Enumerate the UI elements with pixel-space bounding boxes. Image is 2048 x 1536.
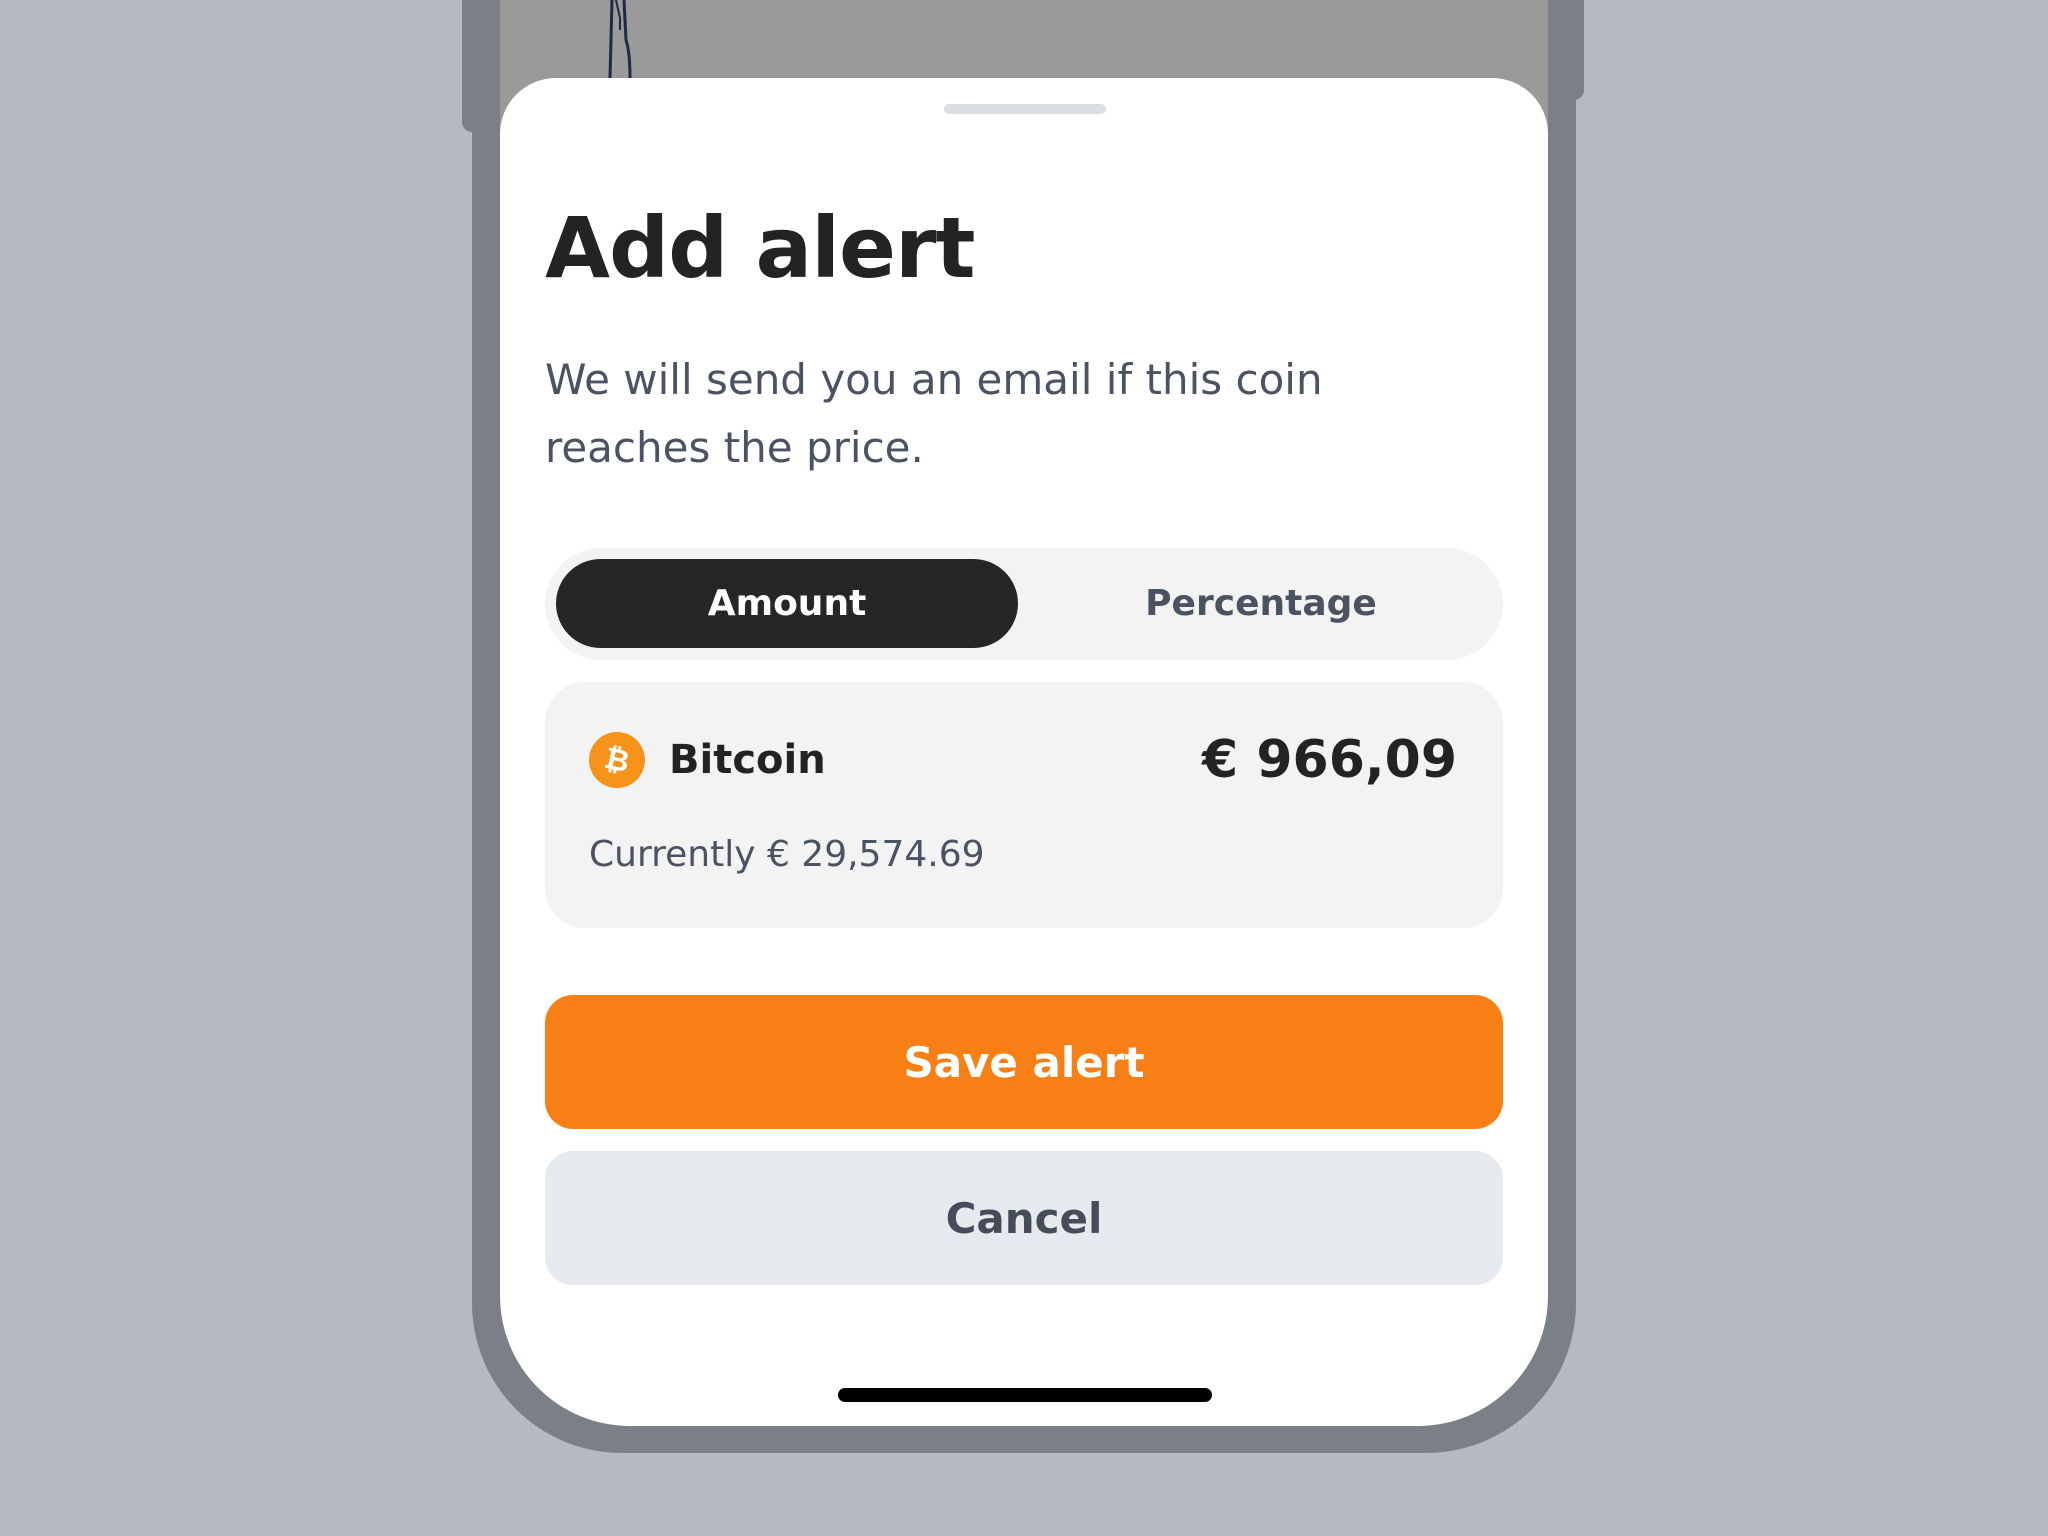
sheet-title: Add alert [545, 199, 976, 297]
background-illustration [608, 0, 632, 79]
alert-amount-input[interactable]: € 966,09 [1202, 728, 1457, 792]
bitcoin-symbol: ₿ [601, 741, 632, 780]
segment-amount[interactable]: Amount [556, 559, 1018, 648]
bitcoin-icon: ₿ [589, 732, 645, 788]
phone-frame-edge-left [462, 0, 482, 132]
sheet-grabber[interactable] [944, 104, 1106, 114]
coin-alert-card: ₿ Bitcoin € 966,09 Currently € 29,574.69 [545, 682, 1503, 928]
current-price: Currently € 29,574.69 [589, 834, 985, 875]
segment-percentage[interactable]: Percentage [1030, 559, 1492, 648]
sheet-description: We will send you an email if this coin r… [545, 355, 1323, 472]
coin-name: Bitcoin [669, 737, 826, 783]
phone-frame-edge-right [1566, 0, 1584, 100]
alert-type-segmented-control: Amount Percentage [545, 548, 1503, 660]
home-indicator [838, 1388, 1212, 1402]
phone-screen: Add alert We will send you an email if t… [500, 0, 1548, 1426]
cancel-button[interactable]: Cancel [545, 1151, 1503, 1285]
add-alert-sheet: Add alert We will send you an email if t… [500, 78, 1548, 1426]
save-alert-button[interactable]: Save alert [545, 995, 1503, 1129]
